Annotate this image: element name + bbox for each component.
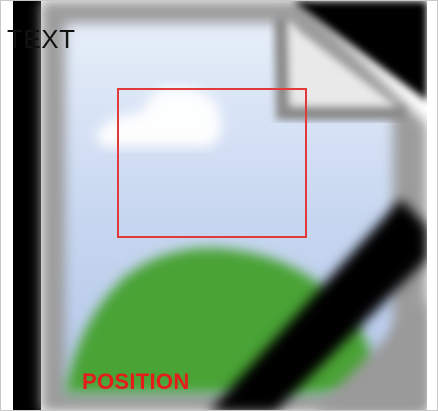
selection-rectangle[interactable] xyxy=(117,88,307,238)
position-label: POSITION xyxy=(82,369,190,394)
image-preview-frame: TEXT POSITION xyxy=(0,0,438,411)
text-overlay-label: TEXT xyxy=(7,24,76,54)
